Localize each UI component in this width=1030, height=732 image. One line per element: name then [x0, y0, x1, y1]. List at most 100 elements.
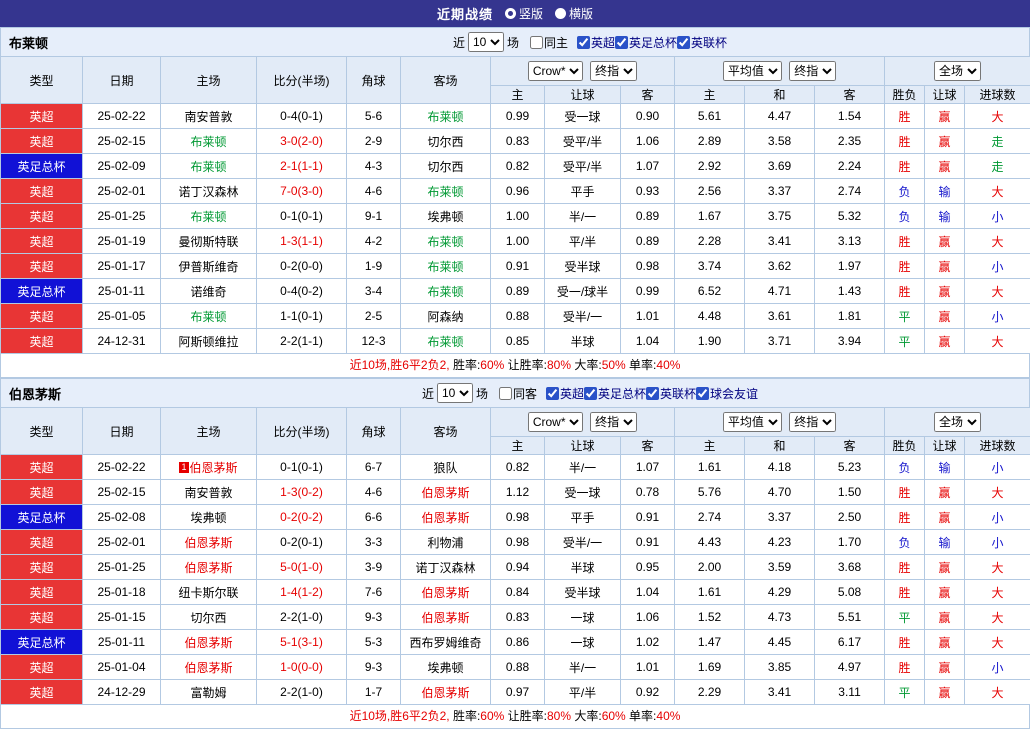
league-checkbox[interactable]	[577, 35, 590, 49]
match-type-cell: 英足总杯	[0, 278, 83, 304]
handicap-away-odds-cell: 0.89	[619, 203, 676, 229]
match-type-cell: 英超	[0, 454, 83, 480]
avg-away-odds-cell: 1.43	[814, 278, 886, 304]
score-cell: 1-1(0-1)	[256, 303, 347, 329]
home-team-cell: 伯恩茅斯	[160, 654, 257, 680]
league-filter[interactable]: 球会友谊	[696, 385, 758, 402]
same-venue-checkbox[interactable]	[498, 386, 512, 400]
handicap-cell: 受一球	[544, 479, 621, 505]
handicap-home-odds-cell: 0.88	[490, 303, 545, 329]
league-checkbox[interactable]	[584, 386, 597, 400]
col-header-corner: 角球	[346, 407, 401, 455]
result-cell: 胜	[884, 103, 926, 129]
home-team-cell: 埃弗顿	[160, 504, 257, 530]
scope-group-header: 全场	[884, 56, 1030, 86]
filter-controls: 近 10 场 同客 英超 英足总杯 英联杯 球会友谊	[151, 383, 1029, 403]
league-filter[interactable]: 英联杯	[646, 385, 696, 402]
corner-cell: 2-5	[346, 303, 401, 329]
goals-result-cell: 大	[964, 178, 1030, 204]
avg-draw-odds-cell: 3.61	[744, 303, 816, 329]
table-row: 英超 25-02-15 南安普敦 1-3(0-2) 4-6 伯恩茅斯 1.12 …	[0, 479, 1030, 505]
same-venue-filter[interactable]: 同客	[498, 385, 537, 402]
date-cell: 25-02-22	[82, 103, 161, 129]
average-odds-select[interactable]: 平均值	[722, 61, 782, 81]
handicap-result-cell: 赢	[924, 303, 966, 329]
corner-cell: 6-7	[346, 454, 401, 480]
handicap-away-odds-cell: 0.98	[619, 253, 676, 279]
handicap-result-cell: 赢	[924, 228, 966, 254]
scope-select[interactable]: 全场	[934, 412, 982, 432]
avg-away-odds-cell: 4.97	[814, 654, 886, 680]
league-label: 英联杯	[691, 35, 728, 50]
league-filter[interactable]: 英超	[577, 34, 615, 51]
summary-segment: 50%	[601, 358, 630, 372]
corner-cell: 9-3	[346, 654, 401, 680]
handicap-result-cell: 输	[924, 529, 966, 555]
handicap-result-cell: 输	[924, 203, 966, 229]
final-index-select-1[interactable]: 终指	[590, 61, 638, 81]
same-venue-checkbox[interactable]	[529, 35, 543, 49]
handicap-home-odds-cell: 0.97	[490, 679, 545, 705]
result-cell: 平	[884, 328, 926, 354]
avg-draw-odds-cell: 3.85	[744, 654, 816, 680]
handicap-result-cell: 赢	[924, 554, 966, 580]
scope-select[interactable]: 全场	[934, 61, 982, 81]
odds-company-select[interactable]: Crow*	[527, 61, 583, 81]
league-checkbox[interactable]	[696, 386, 710, 400]
col-header-away: 客场	[400, 407, 491, 455]
avg-home-odds-cell: 1.47	[674, 629, 746, 655]
league-checkbox[interactable]	[615, 35, 629, 49]
away-team-cell: 诺丁汉森林	[400, 554, 491, 580]
league-checkbox[interactable]	[677, 35, 691, 49]
match-count-select[interactable]: 10	[436, 383, 473, 403]
score-cell: 0-2(0-2)	[256, 504, 347, 530]
result-cell: 胜	[884, 278, 926, 304]
avg-draw-odds-cell: 3.41	[744, 679, 816, 705]
table-row: 英超 25-01-15 切尔西 2-2(1-0) 9-3 伯恩茅斯 0.83 一…	[0, 604, 1030, 630]
table-row: 英超 24-12-29 富勒姆 2-2(1-0) 1-7 伯恩茅斯 0.97 平…	[0, 679, 1030, 705]
goals-result-cell: 小	[964, 454, 1030, 480]
goals-result-cell: 大	[964, 604, 1030, 630]
handicap-cell: 平手	[544, 178, 621, 204]
result-cell: 胜	[884, 153, 926, 179]
sub-header-avg-home: 主	[674, 85, 746, 104]
handicap-result-cell: 赢	[924, 479, 966, 505]
summary-segment: 让胜率:	[507, 358, 547, 372]
league-filter[interactable]: 英联杯	[677, 34, 727, 51]
final-index-select-1[interactable]: 终指	[590, 412, 638, 432]
match-type-cell: 英超	[0, 529, 83, 555]
league-filter[interactable]: 英足总杯	[615, 34, 677, 51]
final-index-select-2[interactable]: 终指	[789, 61, 837, 81]
table-row: 英超 25-02-22 南安普敦 0-4(0-1) 5-6 布莱顿 0.99 受…	[0, 103, 1030, 129]
avg-away-odds-cell: 5.23	[814, 454, 886, 480]
same-venue-filter[interactable]: 同主	[529, 34, 568, 51]
layout-radio-horizontal[interactable]: 横版	[555, 5, 593, 22]
scope-group-header: 全场	[884, 407, 1030, 437]
average-odds-select[interactable]: 平均值	[722, 412, 782, 432]
league-filter[interactable]: 英超	[545, 385, 584, 402]
match-type-cell: 英超	[0, 228, 83, 254]
final-index-select-2[interactable]: 终指	[789, 412, 837, 432]
col-header-score: 比分(半场)	[256, 407, 347, 455]
layout-radio-vertical[interactable]: 竖版	[504, 5, 543, 22]
away-team-cell: 阿森纳	[400, 303, 491, 329]
average-group-header: 平均值 终指	[674, 407, 886, 437]
result-cell: 胜	[884, 504, 926, 530]
handicap-result-cell: 赢	[924, 253, 966, 279]
sub-header-result: 胜负	[884, 85, 926, 104]
handicap-result-cell: 赢	[924, 328, 966, 354]
score-cell: 2-2(1-0)	[256, 679, 347, 705]
goals-result-cell: 大	[964, 679, 1030, 705]
results-table: 类型 日期 主场 比分(半场) 角球 客场 Crow* 终指 平均值 终指 全场	[0, 407, 1030, 705]
away-team-cell: 伯恩茅斯	[400, 479, 491, 505]
corner-cell: 4-6	[346, 479, 401, 505]
match-count-select[interactable]: 10	[467, 32, 504, 52]
handicap-home-odds-cell: 0.98	[490, 504, 545, 530]
home-team-cell: 伯恩茅斯	[160, 629, 257, 655]
summary-segment: 60%	[480, 358, 508, 372]
league-checkbox[interactable]	[545, 386, 559, 400]
league-checkbox[interactable]	[646, 386, 660, 400]
league-filter[interactable]: 英足总杯	[584, 385, 646, 402]
table-row: 英足总杯 25-02-09 布莱顿 2-1(1-1) 4-3 切尔西 0.82 …	[0, 153, 1030, 179]
odds-company-select[interactable]: Crow*	[527, 412, 583, 432]
